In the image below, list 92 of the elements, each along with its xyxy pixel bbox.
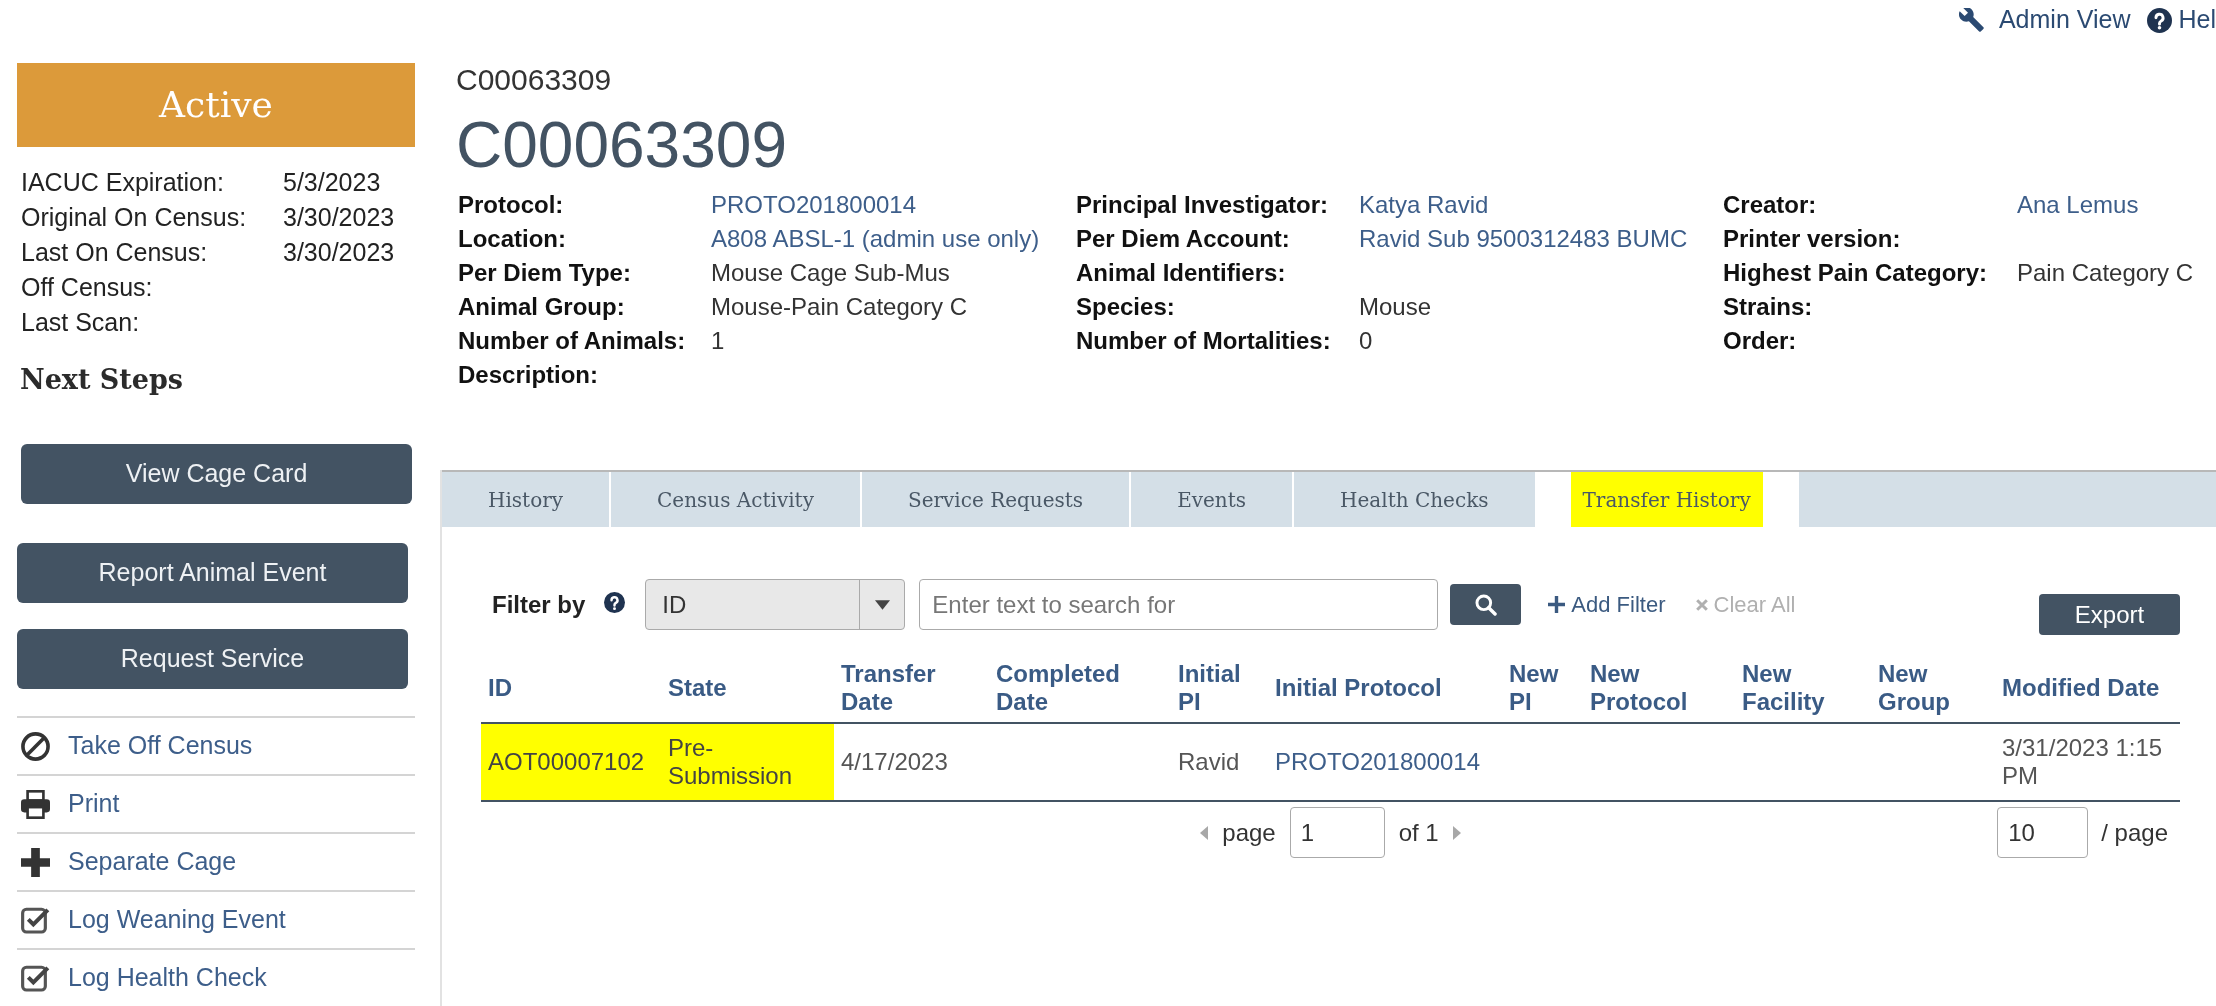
admin-view-link[interactable]: Admin View bbox=[1958, 1, 2131, 39]
detail-value: 3/30/2023 bbox=[283, 237, 396, 268]
detail-label: Last Scan: bbox=[21, 307, 141, 338]
field-link[interactable]: Ravid Sub 9500312483 BUMC bbox=[1359, 222, 1723, 256]
table-cell: Ravid bbox=[1171, 723, 1268, 801]
field-value: Mouse Cage Sub-Mus bbox=[711, 258, 951, 288]
field-value: Pain Category C bbox=[2017, 258, 2194, 288]
field-value: 0 bbox=[1359, 326, 1374, 356]
page-field[interactable]: 1 bbox=[1289, 807, 1385, 858]
record-title: C00063309 bbox=[456, 109, 788, 181]
field-value: Mouse bbox=[1359, 292, 1433, 322]
tab[interactable]: History bbox=[442, 472, 612, 527]
table-cell: Pre-Submission bbox=[661, 723, 834, 801]
status-banner: Active bbox=[17, 63, 415, 147]
tab[interactable]: Transfer History bbox=[1536, 472, 1799, 527]
field-link[interactable]: Ana Lemus bbox=[2017, 188, 2194, 222]
search-icon bbox=[1474, 593, 1497, 616]
field-label: Species: bbox=[1076, 292, 1176, 322]
field-label: Animal Group: bbox=[458, 292, 626, 322]
column-header[interactable]: Transfer Date bbox=[834, 653, 989, 723]
section-heading: Next Steps bbox=[19, 363, 185, 397]
page-label: page bbox=[1222, 817, 1276, 848]
detail-value: 3/30/2023 bbox=[283, 202, 396, 233]
field-link[interactable]: Katya Ravid bbox=[1359, 188, 1723, 222]
export-button[interactable]: Export bbox=[2039, 594, 2180, 635]
field-link[interactable]: PROTO201800014 bbox=[711, 188, 1076, 222]
checkbox-icon bbox=[21, 963, 50, 993]
step-button[interactable]: Report Animal Event bbox=[17, 543, 408, 603]
field-label: Animal Identifiers: bbox=[1076, 258, 1287, 288]
sidebar-action-link[interactable]: Separate Cage bbox=[17, 832, 415, 890]
field-label: Order: bbox=[1723, 326, 1798, 356]
table-cell: 4/17/2023 bbox=[834, 723, 989, 801]
detail-label: IACUC Expiration: bbox=[21, 167, 225, 198]
table-cell: 3/31/2023 1:15 PM bbox=[1995, 723, 2180, 801]
detail-label: Last On Census: bbox=[21, 237, 209, 268]
tab[interactable]: Service Requests bbox=[861, 472, 1132, 527]
checkbox-icon bbox=[21, 905, 50, 935]
field-label: Highest Pain Category: bbox=[1723, 258, 1989, 288]
help-icon[interactable] bbox=[604, 592, 626, 613]
column-header[interactable]: Initial PI bbox=[1171, 653, 1268, 723]
help-icon bbox=[2147, 7, 2173, 33]
ban-icon bbox=[21, 731, 50, 761]
column-header[interactable]: New Group bbox=[1871, 653, 1995, 723]
sidebar-action-link[interactable]: Take Off Census bbox=[17, 716, 415, 774]
tab[interactable]: Events bbox=[1131, 472, 1295, 527]
printer-icon bbox=[21, 789, 50, 819]
field-value: Mouse-Pain Category C bbox=[711, 292, 969, 322]
add-filter-link[interactable]: Add Filter bbox=[1548, 588, 1666, 621]
column-header[interactable]: New Protocol bbox=[1583, 653, 1735, 723]
field-link[interactable]: A808 ABSL-1 (admin use only) bbox=[711, 222, 1076, 256]
field-label: Number of Mortalities: bbox=[1076, 326, 1332, 356]
field-label: Printer version: bbox=[1723, 224, 1902, 254]
per-page-label: / page bbox=[2101, 817, 2168, 848]
table-cell: AOT00007102 bbox=[481, 723, 661, 801]
field-label: Principal Investigator: bbox=[1076, 190, 1330, 220]
page-count: of 1 bbox=[1398, 817, 1439, 848]
column-header[interactable]: Initial Protocol bbox=[1268, 653, 1502, 723]
plus-icon bbox=[1548, 596, 1566, 613]
field-label: Protocol: bbox=[458, 190, 565, 220]
column-header[interactable]: New Facility bbox=[1735, 653, 1871, 723]
column-header[interactable]: New PI bbox=[1502, 653, 1583, 723]
field-label: Number of Animals: bbox=[458, 326, 687, 356]
record-subtitle: C00063309 bbox=[456, 62, 613, 98]
step-button[interactable]: Request Service bbox=[17, 629, 408, 689]
field-label: Description: bbox=[458, 360, 599, 390]
filter-label: Filter by bbox=[492, 589, 586, 620]
detail-value: 5/3/2023 bbox=[283, 167, 382, 198]
wrench-icon bbox=[1958, 7, 1984, 33]
sidebar-action-link[interactable]: Log Weaning Event bbox=[17, 890, 415, 948]
field-label: Creator: bbox=[1723, 190, 1818, 220]
sidebar-action-link[interactable]: Print bbox=[17, 774, 415, 832]
field-label: Location: bbox=[458, 224, 567, 254]
plus-icon bbox=[21, 847, 50, 877]
column-header[interactable]: Completed Date bbox=[989, 653, 1171, 723]
field-value: 1 bbox=[711, 326, 726, 356]
detail-label: Off Census: bbox=[21, 272, 154, 303]
help-link[interactable]: Hel bbox=[2147, 1, 2216, 39]
search-field[interactable]: Enter text to search for bbox=[919, 579, 1439, 630]
field-label: Per Diem Type: bbox=[458, 258, 632, 288]
sidebar-action-link[interactable]: Log Health Check bbox=[17, 948, 415, 1006]
table-link[interactable]: PROTO201800014 bbox=[1275, 748, 1481, 775]
column-header[interactable]: Modified Date bbox=[1995, 653, 2180, 723]
step-button[interactable]: View Cage Card bbox=[21, 444, 412, 504]
caret-down-icon bbox=[874, 599, 890, 610]
search-button[interactable] bbox=[1450, 584, 1522, 625]
select-field[interactable]: ID bbox=[645, 579, 906, 630]
page-size-field[interactable]: 10 bbox=[1997, 807, 2089, 858]
tab[interactable]: Census Activity bbox=[611, 472, 862, 527]
close-icon bbox=[1694, 597, 1709, 612]
detail-label: Original On Census: bbox=[21, 202, 248, 233]
field-label: Per Diem Account: bbox=[1076, 224, 1291, 254]
field-label: Strains: bbox=[1723, 292, 1814, 322]
